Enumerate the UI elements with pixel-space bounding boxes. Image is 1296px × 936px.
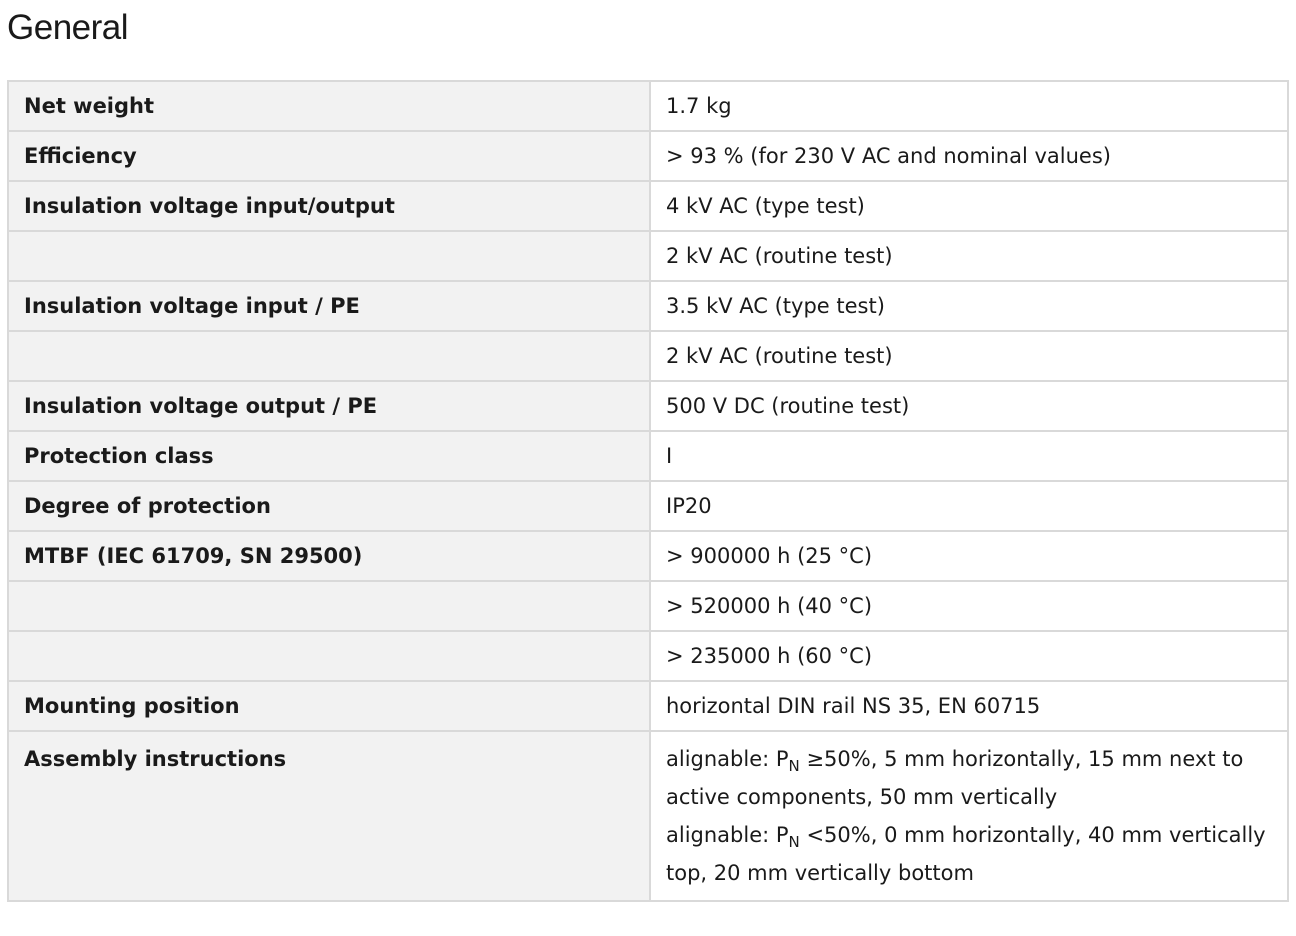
table-row: Mounting position horizontal DIN rail NS…: [7, 680, 1289, 732]
specs-table: Net weight 1.7 kg Efficiency > 93 % (for…: [7, 80, 1289, 902]
spec-value: 4 kV AC (type test): [649, 180, 1289, 232]
table-row: > 520000 h (40 °C): [7, 580, 1289, 632]
table-row: Net weight 1.7 kg: [7, 80, 1289, 132]
assembly-line-1-prefix: alignable: P: [666, 747, 789, 771]
spec-label: Efficiency: [7, 130, 651, 182]
spec-label: MTBF (IEC 61709, SN 29500): [7, 530, 651, 582]
spec-label: Insulation voltage input/output: [7, 180, 651, 232]
table-row: MTBF (IEC 61709, SN 29500) > 900000 h (2…: [7, 530, 1289, 582]
spec-value: > 235000 h (60 °C): [649, 630, 1289, 682]
spec-value: IP20: [649, 480, 1289, 532]
spec-label: Insulation voltage input / PE: [7, 280, 651, 332]
spec-label: Assembly instructions: [7, 730, 651, 902]
table-row: Protection class I: [7, 430, 1289, 482]
spec-label: Net weight: [7, 80, 651, 132]
spec-value: 3.5 kV AC (type test): [649, 280, 1289, 332]
spec-label: [7, 230, 651, 282]
spec-value: horizontal DIN rail NS 35, EN 60715: [649, 680, 1289, 732]
spec-value: 2 kV AC (routine test): [649, 330, 1289, 382]
assembly-line-2: alignable: PN <50%, 0 mm horizontally, 4…: [666, 816, 1267, 892]
spec-value: > 900000 h (25 °C): [649, 530, 1289, 582]
spec-label: Protection class: [7, 430, 651, 482]
table-row: Insulation voltage input/output 4 kV AC …: [7, 180, 1289, 232]
table-row: Insulation voltage input / PE 3.5 kV AC …: [7, 280, 1289, 332]
spec-label: [7, 330, 651, 382]
spec-value: 2 kV AC (routine test): [649, 230, 1289, 282]
assembly-line-1: alignable: PN ≥50%, 5 mm horizontally, 1…: [666, 740, 1267, 816]
assembly-line-2-prefix: alignable: P: [666, 823, 789, 847]
spec-label: Degree of protection: [7, 480, 651, 532]
assembly-line-2-subscript: N: [788, 833, 800, 851]
spec-value: 1.7 kg: [649, 80, 1289, 132]
spec-label: Insulation voltage output / PE: [7, 380, 651, 432]
assembly-line-1-subscript: N: [788, 757, 800, 775]
spec-label: [7, 630, 651, 682]
assembly-value: alignable: PN ≥50%, 5 mm horizontally, 1…: [649, 730, 1289, 902]
section-title: General: [7, 8, 129, 47]
spec-value: > 520000 h (40 °C): [649, 580, 1289, 632]
table-row-assembly: Assembly instructions alignable: PN ≥50%…: [7, 730, 1289, 902]
table-row: Insulation voltage output / PE 500 V DC …: [7, 380, 1289, 432]
spec-label: Mounting position: [7, 680, 651, 732]
table-row: Degree of protection IP20: [7, 480, 1289, 532]
spec-label: [7, 580, 651, 632]
table-row: > 235000 h (60 °C): [7, 630, 1289, 682]
spec-value: > 93 % (for 230 V AC and nominal values): [649, 130, 1289, 182]
table-row: Efficiency > 93 % (for 230 V AC and nomi…: [7, 130, 1289, 182]
spec-value: 500 V DC (routine test): [649, 380, 1289, 432]
table-row: 2 kV AC (routine test): [7, 230, 1289, 282]
table-row: 2 kV AC (routine test): [7, 330, 1289, 382]
spec-value: I: [649, 430, 1289, 482]
